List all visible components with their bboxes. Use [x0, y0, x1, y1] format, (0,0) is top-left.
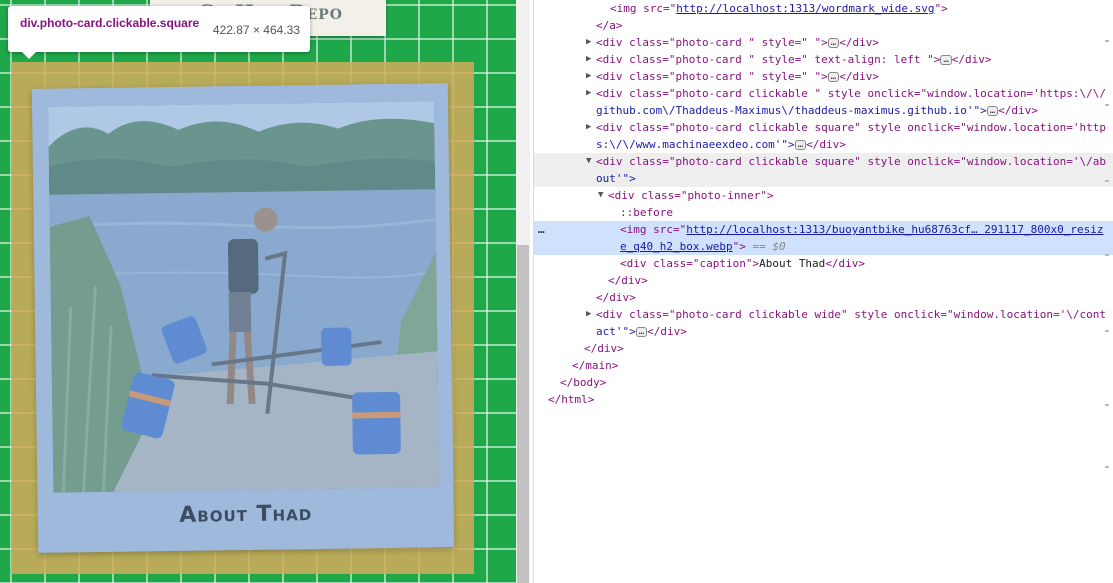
dom-node-photo-card-2[interactable]: ▶ <div class="photo-card " style=" text-… — [534, 51, 1113, 68]
dom-node-img-buoyantbike-cont[interactable]: e_q40_h2_box.webp"> == $0 — [534, 238, 1113, 255]
expand-triangle-icon[interactable]: ▶ — [586, 68, 591, 85]
collapsed-ellipsis-icon[interactable]: … — [635, 327, 648, 337]
dom-node-photo-card-machinae[interactable]: ▶ <div class="photo-card clickable squar… — [534, 119, 1113, 136]
collapsed-ellipsis-icon[interactable]: … — [986, 106, 999, 116]
dom-node-close-div[interactable]: </div> — [534, 340, 1113, 357]
devtools-elements-panel: <img src="http://localhost:1313/wordmark… — [533, 0, 1113, 583]
collapsed-ellipsis-icon[interactable]: … — [940, 55, 952, 65]
collapsed-ellipsis-icon[interactable]: … — [827, 72, 840, 82]
dom-node-photo-card-github-cont[interactable]: github.com\/Thaddeus-Maximus\/thaddeus-m… — [534, 102, 1113, 119]
viewport-scrollbar-thumb[interactable] — [517, 245, 529, 583]
expand-triangle-icon[interactable]: ▶ — [586, 51, 591, 68]
collapsed-ellipsis-icon[interactable]: … — [827, 38, 840, 48]
node-actions-icon[interactable]: … — [538, 221, 546, 238]
dom-node-photo-inner[interactable]: ▼ <div class="photo-inner"> — [534, 187, 1113, 204]
dom-node-img-buoyantbike[interactable]: … <img src="http://localhost:1313/buoyan… — [534, 221, 1113, 238]
expand-triangle-icon[interactable]: ▶ — [586, 306, 591, 323]
tooltip-selector: div.photo-card.clickable.square — [20, 16, 200, 30]
dom-node-photo-card-machinae-cont[interactable]: s:\/\/www.machinaeexdeo.com'">… </div> — [534, 136, 1113, 153]
dom-node-caption[interactable]: <div class="caption">About Thad</div> — [534, 255, 1113, 272]
dom-node-close-main[interactable]: </main> — [534, 357, 1113, 374]
expand-triangle-icon[interactable]: ▶ — [586, 119, 591, 136]
photo-caption: About Thad — [179, 501, 313, 528]
expand-triangle-icon[interactable]: ▶ — [586, 34, 591, 51]
dom-node-close-html[interactable]: </html> — [534, 391, 1113, 408]
dom-node-photo-card-3[interactable]: ▶ <div class="photo-card " style=" ">… </… — [534, 68, 1113, 85]
dom-node-close-photo-card[interactable]: </div> — [534, 289, 1113, 306]
dom-node-photo-card-about[interactable]: ▼ <div class="photo-card clickable squar… — [534, 153, 1113, 170]
tooltip-arrow — [22, 52, 36, 59]
wordmark-src-link[interactable]: http://localhost:1313/wordmark_wide.svg — [676, 2, 934, 15]
dom-node-photo-card-github[interactable]: ▶ <div class="photo-card clickable " sty… — [534, 85, 1113, 102]
dom-node-photo-card-1[interactable]: ▶ <div class="photo-card " style=" ">… </… — [534, 34, 1113, 51]
inspect-tooltip: div.photo-card.clickable.square 422.87 ×… — [8, 6, 310, 52]
dom-node-photo-card-contact-cont[interactable]: act'">… </div> — [534, 323, 1113, 340]
dom-node-close-body[interactable]: </body> — [534, 374, 1113, 391]
collapse-triangle-icon[interactable]: ▼ — [586, 153, 591, 170]
tooltip-dimensions: 422.87 × 464.33 — [212, 23, 300, 37]
collapsed-ellipsis-icon[interactable]: … — [794, 140, 807, 150]
buoyantbike-src-link-cont[interactable]: e_q40_h2_box.webp — [620, 240, 733, 253]
dom-node-close-a[interactable]: </a> — [534, 17, 1113, 34]
dom-node-img-wordmark[interactable]: <img src="http://localhost:1313/wordmark… — [534, 0, 1113, 17]
photo-card-about[interactable]: About Thad — [31, 83, 455, 553]
dom-node-photo-card-about-cont[interactable]: out'"> — [534, 170, 1113, 187]
page-viewport: GitHub Repo — [0, 0, 516, 583]
buoyantbike-src-link[interactable]: http://localhost:1313/buoyantbike_hu6876… — [686, 223, 1103, 236]
collapse-triangle-icon[interactable]: ▼ — [598, 187, 603, 204]
photo-inner — [48, 101, 440, 493]
dom-node-before-pseudo[interactable]: ::before — [534, 204, 1113, 221]
dom-node-close-photo-inner[interactable]: </div> — [534, 272, 1113, 289]
buoyant-bike-photo — [48, 101, 440, 493]
expand-triangle-icon[interactable]: ▶ — [586, 85, 591, 102]
dom-node-photo-card-contact[interactable]: ▶ <div class="photo-card clickable wide"… — [534, 306, 1113, 323]
panel-scroll-markers — [1105, 0, 1109, 583]
